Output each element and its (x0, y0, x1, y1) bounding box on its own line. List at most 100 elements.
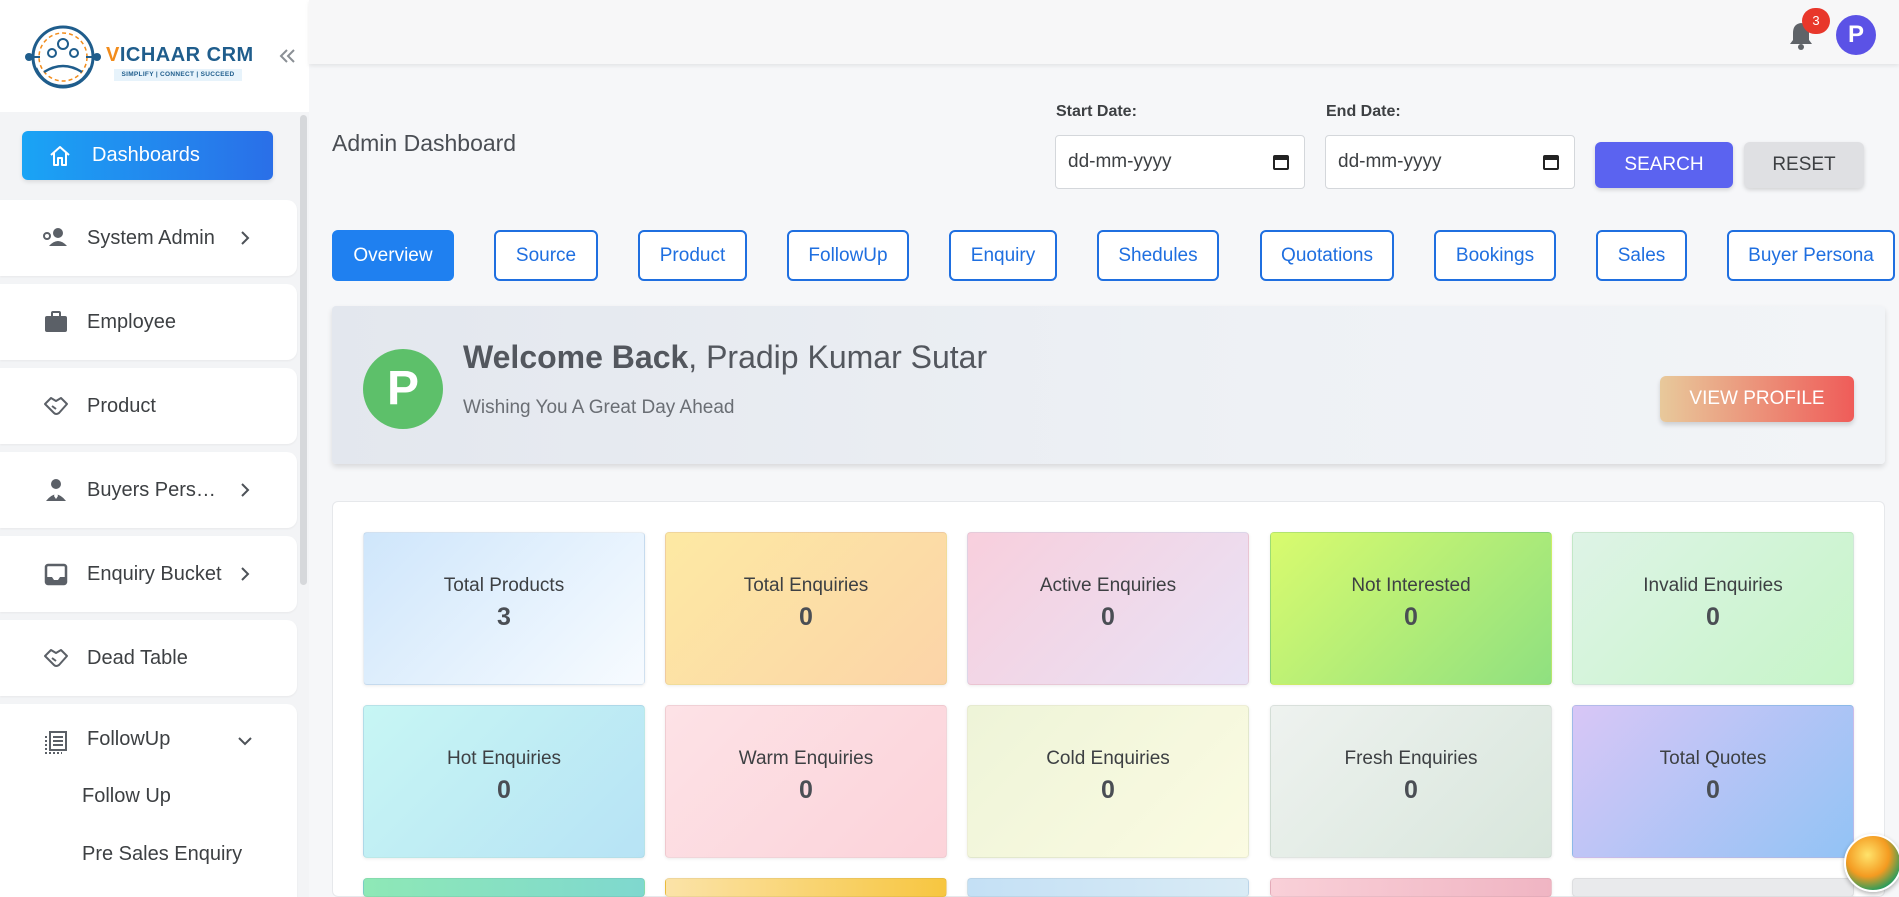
stat-label: Total Products (443, 575, 565, 596)
welcome-greeting: Welcome Back (463, 339, 689, 375)
logo-icon (25, 25, 101, 89)
stat-card-total-enquiries[interactable]: Total Enquiries 0 (665, 532, 947, 685)
chevron-right-icon (241, 231, 250, 245)
collapse-sidebar-icon[interactable] (278, 44, 302, 68)
view-profile-button[interactable]: VIEW PROFILE (1660, 376, 1854, 422)
welcome-subtitle: Wishing You A Great Day Ahead (463, 397, 735, 418)
stat-card-cold-enquiries[interactable]: Cold Enquiries 0 (967, 705, 1249, 858)
sidebar-item-dashboards[interactable]: Dashboards (22, 131, 273, 180)
search-button[interactable]: SEARCH (1595, 142, 1733, 188)
briefcase-icon (45, 311, 67, 332)
user-avatar[interactable]: P (1836, 15, 1876, 55)
page-title: Admin Dashboard (332, 130, 517, 156)
end-date-label: End Date: (1326, 103, 1401, 120)
notification-badge: 3 (1802, 8, 1830, 34)
stat-card-invalid-enquiries[interactable]: Invalid Enquiries 0 (1572, 532, 1854, 685)
sidebar-subitem-follow-up[interactable]: Follow Up (82, 785, 171, 808)
sidebar-item-label: FollowUp (87, 728, 171, 750)
stat-card-warm-enquiries[interactable]: Warm Enquiries 0 (665, 705, 947, 858)
stat-label: Hot Enquiries (446, 748, 562, 769)
stat-card-partial[interactable] (363, 878, 645, 897)
brand-name: VICHAAR CRM (106, 44, 254, 67)
logo-area: VICHAAR CRM SIMPLIFY | CONNECT | SUCCEED (0, 0, 309, 112)
stat-value: 0 (1101, 603, 1115, 631)
stat-value: 0 (1706, 776, 1720, 804)
sidebar-item-enquiry-bucket[interactable]: Enquiry Bucket (0, 536, 297, 612)
reset-button[interactable]: RESET (1744, 142, 1864, 188)
sidebar-item-buyers-persona[interactable]: Buyers Pers… (0, 452, 297, 528)
sidebar-item-label: Product (87, 394, 156, 417)
stat-label: Cold Enquiries (1046, 748, 1170, 769)
stat-card-total-products[interactable]: Total Products 3 (363, 532, 645, 685)
calendar-icon[interactable] (1542, 153, 1560, 171)
stat-label: Warm Enquiries (738, 748, 874, 769)
chevron-down-icon (238, 737, 252, 746)
tab-overview[interactable]: Overview (332, 230, 454, 281)
user-cog-icon (43, 228, 67, 246)
stat-card-total-quotes[interactable]: Total Quotes 0 (1572, 705, 1854, 858)
home-icon (50, 145, 70, 166)
sidebar-item-label: Dashboards (92, 144, 200, 166)
stat-value: 0 (1706, 603, 1720, 631)
stat-label: Total Quotes (1659, 748, 1767, 769)
sidebar-subitem-pre-sales-enquiry[interactable]: Pre Sales Enquiry (82, 843, 242, 866)
brand-tagline: SIMPLIFY | CONNECT | SUCCEED (114, 69, 242, 81)
stat-card-hot-enquiries[interactable]: Hot Enquiries 0 (363, 705, 645, 858)
stat-value: 0 (1404, 603, 1418, 631)
tab-quotations[interactable]: Quotations (1260, 230, 1394, 281)
tab-buyer-persona[interactable]: Buyer Persona (1727, 230, 1895, 281)
tab-followup[interactable]: FollowUp (787, 230, 909, 281)
stat-label: Active Enquiries (1039, 575, 1177, 596)
sidebar-item-system-admin[interactable]: System Admin (0, 200, 297, 276)
welcome-avatar: P (363, 349, 443, 429)
end-date-value: dd-mm-yyyy (1338, 151, 1442, 172)
calendar-icon[interactable] (1272, 153, 1290, 171)
stat-card-partial[interactable] (1572, 878, 1854, 897)
sidebar-item-dead-table[interactable]: Dead Table (0, 620, 297, 696)
welcome-user-name: , Pradip Kumar Sutar (688, 339, 988, 375)
tab-shedules[interactable]: Shedules (1097, 230, 1219, 281)
top-header (309, 0, 1899, 64)
sidebar-item-label: Enquiry Bucket (87, 562, 222, 585)
handshake-icon (44, 397, 68, 415)
sidebar-item-label: Buyers Pers… (87, 478, 216, 501)
stat-label: Total Enquiries (743, 575, 869, 596)
stat-card-partial[interactable] (665, 878, 947, 897)
sidebar-item-label: Dead Table (87, 646, 188, 669)
start-date-label: Start Date: (1056, 103, 1137, 120)
stat-card-not-interested[interactable]: Not Interested 0 (1270, 532, 1552, 685)
sidebar-item-label: Employee (87, 310, 176, 333)
stat-card-partial[interactable] (967, 878, 1249, 897)
stat-label: Not Interested (1351, 575, 1471, 596)
tab-enquiry[interactable]: Enquiry (949, 230, 1057, 281)
sidebar-item-product[interactable]: Product (0, 368, 297, 444)
sidebar-item-label: System Admin (87, 226, 215, 249)
end-date-input[interactable]: dd-mm-yyyy (1325, 135, 1575, 189)
brand-name-rest: ICHAAR CRM (119, 44, 254, 66)
start-date-input[interactable]: dd-mm-yyyy (1055, 135, 1305, 189)
stat-label: Fresh Enquiries (1344, 748, 1478, 769)
tab-sales[interactable]: Sales (1596, 230, 1687, 281)
sidebar: VICHAAR CRM SIMPLIFY | CONNECT | SUCCEED… (0, 0, 309, 897)
floating-widget-icon[interactable] (1844, 834, 1899, 892)
welcome-banner (332, 306, 1885, 464)
chevron-right-icon (241, 483, 250, 497)
stat-value: 0 (1101, 776, 1115, 804)
stat-value: 0 (799, 603, 813, 631)
stat-value: 0 (799, 776, 813, 804)
tab-bookings[interactable]: Bookings (1434, 230, 1556, 281)
start-date-value: dd-mm-yyyy (1068, 151, 1172, 172)
stat-card-fresh-enquiries[interactable]: Fresh Enquiries 0 (1270, 705, 1552, 858)
handshake-icon (44, 649, 68, 667)
stat-value: 0 (1404, 776, 1418, 804)
stat-value: 0 (497, 776, 511, 804)
stat-value: 3 (497, 603, 511, 631)
list-icon (45, 731, 67, 754)
inbox-icon (44, 563, 68, 586)
stat-card-active-enquiries[interactable]: Active Enquiries 0 (967, 532, 1249, 685)
tab-product[interactable]: Product (638, 230, 747, 281)
tab-source[interactable]: Source (494, 230, 598, 281)
sidebar-scrollbar[interactable] (300, 115, 307, 585)
sidebar-item-employee[interactable]: Employee (0, 284, 297, 360)
stat-card-partial[interactable] (1270, 878, 1552, 897)
